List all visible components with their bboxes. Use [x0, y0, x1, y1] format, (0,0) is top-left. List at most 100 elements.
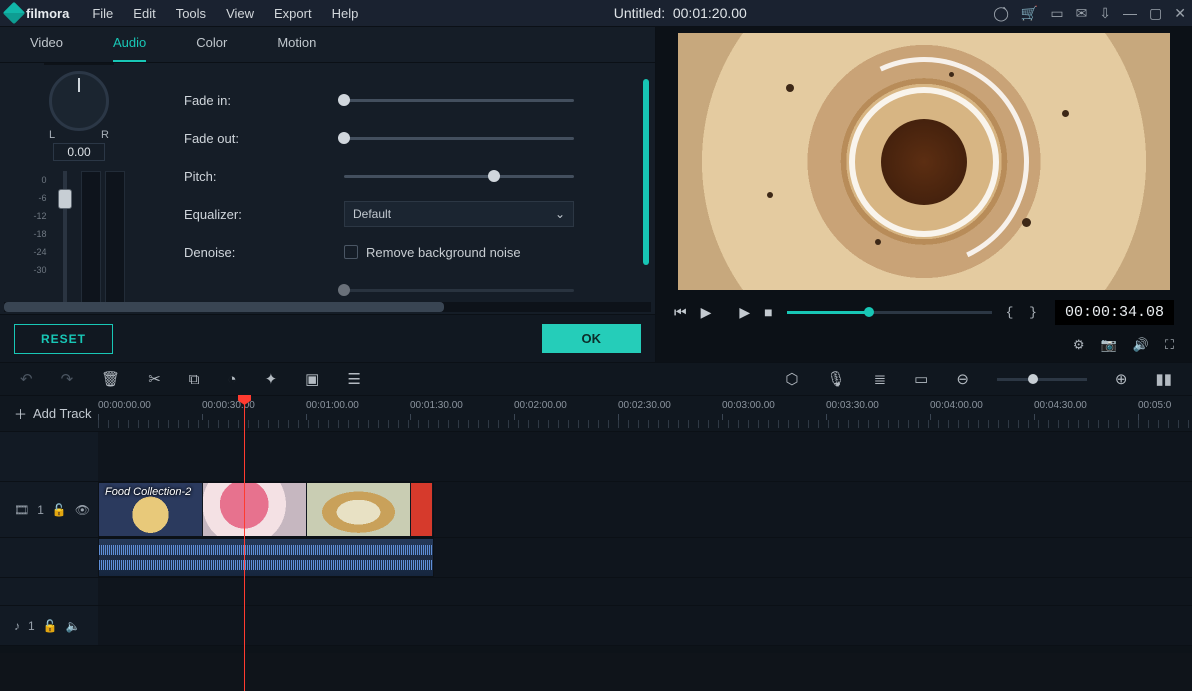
add-track-label: Add Track [33, 406, 92, 421]
level-meters: 0 -6 -12 -18 -24 -30 [33, 171, 124, 311]
render-icon[interactable]: ▭ [914, 370, 928, 388]
settings-icon[interactable]: ⚙ [1073, 337, 1085, 353]
db-6: -6 [33, 189, 46, 207]
properties-tabs: Video Audio Color Motion [0, 27, 655, 63]
window-minimize-icon[interactable]: — [1123, 5, 1137, 21]
menu-help[interactable]: Help [323, 3, 368, 24]
track-video-1-audio[interactable] [0, 538, 1192, 578]
track-video-head: 🎞 1 🔓 👁 [0, 482, 98, 537]
preview-seekbar[interactable] [787, 311, 992, 314]
zoom-slider[interactable] [997, 378, 1087, 381]
panel-footer: RESET OK [0, 314, 655, 362]
logo-mark [3, 2, 26, 25]
track-spacer-top [0, 432, 1192, 482]
preview-pane: ⏮ ▶ ▶ ■ { } 00:00:34.08 ⚙ 📷 🔊 ⛶ [656, 27, 1192, 362]
tab-motion[interactable]: Motion [277, 35, 316, 62]
track-video-1[interactable]: 🎞 1 🔓 👁 Food Collection-2 [0, 482, 1192, 538]
marker-brackets[interactable]: { } [1006, 305, 1041, 320]
tab-video[interactable]: Video [30, 35, 63, 62]
ruler-tick: 00:05:0 [1138, 400, 1171, 411]
ruler-tick: 00:03:30.00 [826, 400, 879, 411]
preview-timecode: 00:00:34.08 [1055, 300, 1174, 325]
account-icon[interactable]: ◯̀ [993, 5, 1009, 22]
crop-icon[interactable]: ⧉ [189, 371, 200, 388]
volume-icon[interactable]: 🔊 [1133, 337, 1149, 353]
skip-back-icon[interactable]: ⏮ [674, 304, 687, 321]
lock-icon[interactable]: 🔓 [52, 503, 67, 517]
balance-value[interactable]: 0.00 [53, 143, 105, 161]
timeline-tracks: 🎞 1 🔓 👁 Food Collection-2 ♪ [0, 432, 1192, 653]
play-icon[interactable]: ▶ [701, 304, 712, 321]
equalizer-value: Default [353, 207, 391, 221]
visibility-icon[interactable]: 👁 [75, 503, 90, 517]
fade-in-label: Fade in: [184, 93, 344, 108]
stop-icon[interactable]: ■ [764, 304, 772, 320]
level-meter-left [81, 171, 101, 311]
balance-knob[interactable] [49, 71, 109, 131]
save-icon[interactable]: ▭ [1050, 5, 1063, 22]
tab-color[interactable]: Color [196, 35, 227, 62]
titlebar: filmora File Edit Tools View Export Help… [0, 0, 1192, 26]
zoom-in-icon[interactable]: ⊕ [1115, 370, 1128, 388]
delete-icon[interactable]: 🗑 [101, 370, 120, 388]
zoom-out-icon[interactable]: ⊖ [956, 370, 969, 388]
pitch-slider[interactable] [344, 175, 574, 178]
redo-icon[interactable]: ↷ [61, 370, 74, 388]
play2-icon[interactable]: ▶ [739, 304, 750, 321]
fullscreen-icon[interactable]: ⛶ [1165, 337, 1174, 353]
mic-update-icon[interactable]: ⇩ [1099, 5, 1111, 22]
denoise-checkbox[interactable] [344, 245, 358, 259]
greenscreen-icon[interactable]: ▣ [305, 370, 319, 388]
timeline-toolbar: ↶ ↷ 🗑 ✂ ⧉ ◔ ✦ ▣ ☰ ⬡ 🎙 ≣ ▭ ⊖ ⊕ ▮▮ [0, 362, 1192, 396]
mail-icon[interactable]: ✉ [1076, 5, 1088, 22]
snapshot-icon[interactable]: 📷 [1101, 337, 1117, 353]
knob-top-strip [44, 63, 114, 65]
menu-view[interactable]: View [217, 3, 263, 24]
track-audio-1[interactable]: ♪ 1 🔓 🔈 [0, 606, 1192, 646]
window-close-icon[interactable]: ✕ [1174, 5, 1186, 22]
ruler-tick: 00:01:30.00 [410, 400, 463, 411]
cut-icon[interactable]: ✂ [148, 370, 161, 388]
menu-tools[interactable]: Tools [167, 3, 215, 24]
menu-export[interactable]: Export [265, 3, 321, 24]
add-track-button[interactable]: ＋ Add Track [0, 396, 98, 431]
ruler-tick: 00:04:00.00 [930, 400, 983, 411]
menu-file[interactable]: File [83, 3, 122, 24]
db-18: -18 [33, 225, 46, 243]
clip-video[interactable]: Food Collection-2 [98, 482, 434, 537]
timeline-ruler[interactable]: 00:00:00.00 00:00:30.00 00:01:00.00 00:0… [98, 396, 1192, 431]
speed-icon[interactable]: ◔ [228, 371, 237, 388]
zoom-fit-icon[interactable]: ▮▮ [1155, 370, 1172, 388]
denoise-label: Denoise: [184, 245, 344, 260]
chevron-down-icon: ⌄ [555, 207, 565, 221]
reset-button[interactable]: RESET [14, 324, 113, 354]
fade-in-slider[interactable] [344, 99, 574, 102]
adjust-icon[interactable]: ☰ [347, 370, 360, 388]
equalizer-select[interactable]: Default ⌄ [344, 201, 574, 227]
preview-canvas[interactable] [678, 33, 1170, 290]
window-maximize-icon[interactable]: ▢ [1149, 5, 1162, 22]
mixer-icon[interactable]: ≣ [874, 370, 887, 388]
record-vo-icon[interactable]: 🎙 [827, 370, 846, 388]
menu-edit[interactable]: Edit [124, 3, 164, 24]
clip-audio-attached[interactable] [98, 538, 434, 577]
db-24: -24 [33, 243, 46, 261]
app-logo: filmora [6, 5, 69, 21]
color-icon[interactable]: ✦ [265, 370, 278, 388]
denoise-check-label: Remove background noise [366, 245, 521, 260]
panel-scrollbar[interactable] [643, 79, 649, 265]
undo-icon[interactable]: ↶ [20, 370, 33, 388]
film-icon: 🎞 [14, 503, 29, 517]
panel-hscrollbar[interactable] [4, 302, 651, 312]
marker-icon[interactable]: ⬡ [785, 370, 798, 388]
fade-out-slider[interactable] [344, 137, 574, 140]
lock-icon[interactable]: 🔓 [43, 619, 58, 633]
tab-audio[interactable]: Audio [113, 35, 146, 62]
cart-icon[interactable]: 🛒 [1021, 5, 1038, 22]
playhead[interactable] [244, 396, 245, 691]
ok-button[interactable]: OK [542, 324, 642, 353]
mute-icon[interactable]: 🔈 [66, 619, 81, 633]
equalizer-label: Equalizer: [184, 207, 344, 222]
denoise-strength-slider[interactable] [344, 289, 574, 292]
volume-slider[interactable] [63, 171, 67, 311]
